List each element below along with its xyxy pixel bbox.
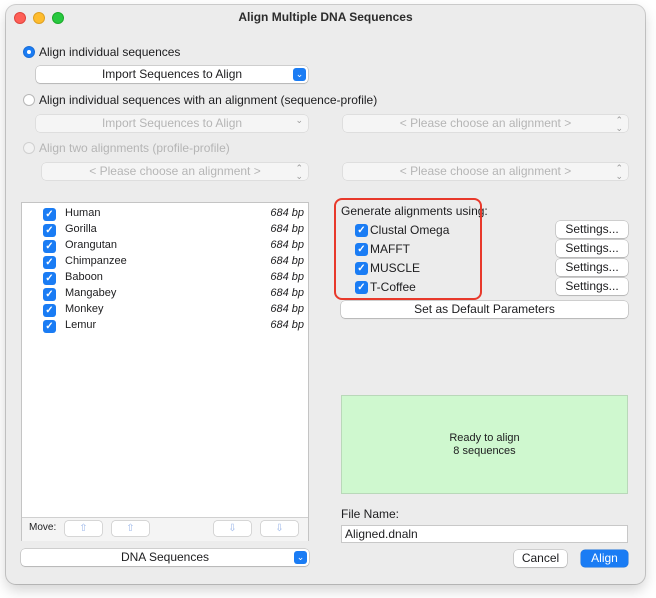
- sequence-name: Gorilla: [65, 223, 97, 235]
- arrow-up-icon: ⇧: [79, 523, 88, 534]
- choose-alignment-popup-2[interactable]: < Please choose an alignment > ⌃ ⌄: [42, 163, 308, 181]
- file-name-input[interactable]: Aligned.dnaln: [341, 525, 628, 543]
- checkbox-checked-icon[interactable]: ✓: [43, 288, 56, 301]
- choose-alignment-popup-2-label: < Please choose an alignment >: [89, 164, 261, 178]
- sequence-name: Mangabey: [65, 287, 117, 299]
- sequence-type-popup-label: DNA Sequences: [120, 550, 210, 564]
- updown-chevron-icon: ⌃ ⌄: [615, 163, 623, 181]
- radio-align-individual-label: Align individual sequences: [39, 45, 181, 59]
- sequence-name: Baboon: [65, 271, 103, 283]
- settings-button-mafft[interactable]: Settings...: [556, 240, 628, 257]
- settings-button-muscle[interactable]: Settings...: [556, 259, 628, 276]
- status-ready-text: Ready to align: [449, 432, 520, 444]
- list-item[interactable]: ✓ Orangutan 684 bp: [22, 238, 308, 254]
- sequence-name: Human: [65, 207, 101, 219]
- file-name-label: File Name:: [341, 507, 400, 521]
- updown-chevron-icon: ⌃ ⌄: [615, 115, 623, 133]
- close-window-button[interactable]: [14, 12, 26, 24]
- choose-alignment-popup-1-label: < Please choose an alignment >: [399, 116, 572, 130]
- sequence-length: 684 bp: [270, 207, 304, 219]
- sequence-length: 684 bp: [270, 239, 304, 251]
- move-label: Move:: [29, 522, 57, 533]
- sequence-name: Chimpanzee: [65, 255, 127, 267]
- sequence-length: 684 bp: [270, 287, 304, 299]
- move-up-button[interactable]: ⇧: [65, 521, 102, 536]
- choose-alignment-popup-3-label: < Please choose an alignment >: [399, 164, 572, 178]
- arrow-down-icon: ⇩: [228, 523, 237, 534]
- radio-profile-profile-label: Align two alignments (profile-profile): [39, 141, 230, 155]
- align-button[interactable]: Align: [581, 550, 628, 567]
- list-item[interactable]: ✓ Mangabey 684 bp: [22, 286, 308, 302]
- arrow-up-to-top-icon: ⇧: [126, 523, 135, 534]
- choose-alignment-popup-1[interactable]: < Please choose an alignment > ⌃ ⌄: [343, 115, 628, 133]
- list-item[interactable]: ✓ Gorilla 684 bp: [22, 222, 308, 238]
- checkbox-checked-icon[interactable]: ✓: [43, 208, 56, 221]
- list-item[interactable]: ✓ Chimpanzee 684 bp: [22, 254, 308, 270]
- chevron-down-icon: ⌄: [295, 115, 303, 125]
- settings-button-clustal-omega[interactable]: Settings...: [556, 221, 628, 238]
- sequence-list[interactable]: ✓ Human 684 bp ✓ Gorilla 684 bp ✓ Orangu…: [21, 202, 309, 541]
- sequence-length: 684 bp: [270, 255, 304, 267]
- radio-sequence-profile[interactable]: [23, 94, 35, 106]
- set-default-parameters-button[interactable]: Set as Default Parameters: [341, 301, 628, 318]
- sequence-length: 684 bp: [270, 303, 304, 315]
- list-item[interactable]: ✓ Lemur 684 bp: [22, 318, 308, 334]
- chevron-down-icon: ⌄: [294, 551, 307, 564]
- minimize-window-button[interactable]: [33, 12, 45, 24]
- sequence-length: 684 bp: [270, 223, 304, 235]
- move-to-bottom-button[interactable]: ⇩: [261, 521, 298, 536]
- sequence-length: 684 bp: [270, 271, 304, 283]
- choose-alignment-popup-3[interactable]: < Please choose an alignment > ⌃ ⌄: [343, 163, 628, 181]
- arrow-down-to-bottom-icon: ⇩: [275, 523, 284, 534]
- window-title: Align Multiple DNA Sequences: [238, 10, 413, 24]
- import-sequences-popup-disabled-label: Import Sequences to Align: [101, 116, 243, 130]
- checkbox-checked-icon[interactable]: ✓: [43, 272, 56, 285]
- highlight-annotation-box: [334, 198, 482, 300]
- move-to-top-button[interactable]: ⇧: [112, 521, 149, 536]
- zoom-window-button[interactable]: [52, 12, 64, 24]
- cancel-button[interactable]: Cancel: [514, 550, 567, 567]
- list-item[interactable]: ✓ Monkey 684 bp: [22, 302, 308, 318]
- sequence-type-popup[interactable]: DNA Sequences ⌄: [21, 549, 309, 566]
- import-sequences-popup-label: Import Sequences to Align: [101, 67, 243, 81]
- checkbox-checked-icon[interactable]: ✓: [43, 320, 56, 333]
- list-item[interactable]: ✓ Human 684 bp: [22, 206, 308, 222]
- sequence-length: 684 bp: [270, 319, 304, 331]
- move-toolbar: Move: ⇧ ⇧ ⇩ ⇩: [22, 517, 308, 541]
- settings-button-t-coffee[interactable]: Settings...: [556, 278, 628, 295]
- sequence-name: Monkey: [65, 303, 104, 315]
- checkbox-checked-icon[interactable]: ✓: [43, 256, 56, 269]
- status-count-text: 8 sequences: [453, 445, 516, 457]
- radio-profile-profile[interactable]: [23, 142, 35, 154]
- checkbox-checked-icon[interactable]: ✓: [43, 240, 56, 253]
- import-sequences-popup[interactable]: Import Sequences to Align ⌄: [36, 66, 308, 83]
- import-sequences-popup-disabled[interactable]: Import Sequences to Align ⌄: [36, 115, 308, 132]
- status-panel: Ready to align 8 sequences: [341, 395, 628, 494]
- radio-align-individual[interactable]: [23, 46, 35, 58]
- sequence-name: Lemur: [65, 319, 97, 331]
- checkbox-checked-icon[interactable]: ✓: [43, 224, 56, 237]
- list-item[interactable]: ✓ Baboon 684 bp: [22, 270, 308, 286]
- radio-sequence-profile-label: Align individual sequences with an align…: [39, 93, 378, 107]
- sequence-name: Orangutan: [65, 239, 117, 251]
- align-dialog: Align Multiple DNA Sequences Align indiv…: [6, 5, 645, 584]
- chevron-down-icon: ⌄: [293, 68, 306, 81]
- updown-chevron-icon: ⌃ ⌄: [295, 163, 303, 181]
- move-down-button[interactable]: ⇩: [214, 521, 251, 536]
- checkbox-checked-icon[interactable]: ✓: [43, 304, 56, 317]
